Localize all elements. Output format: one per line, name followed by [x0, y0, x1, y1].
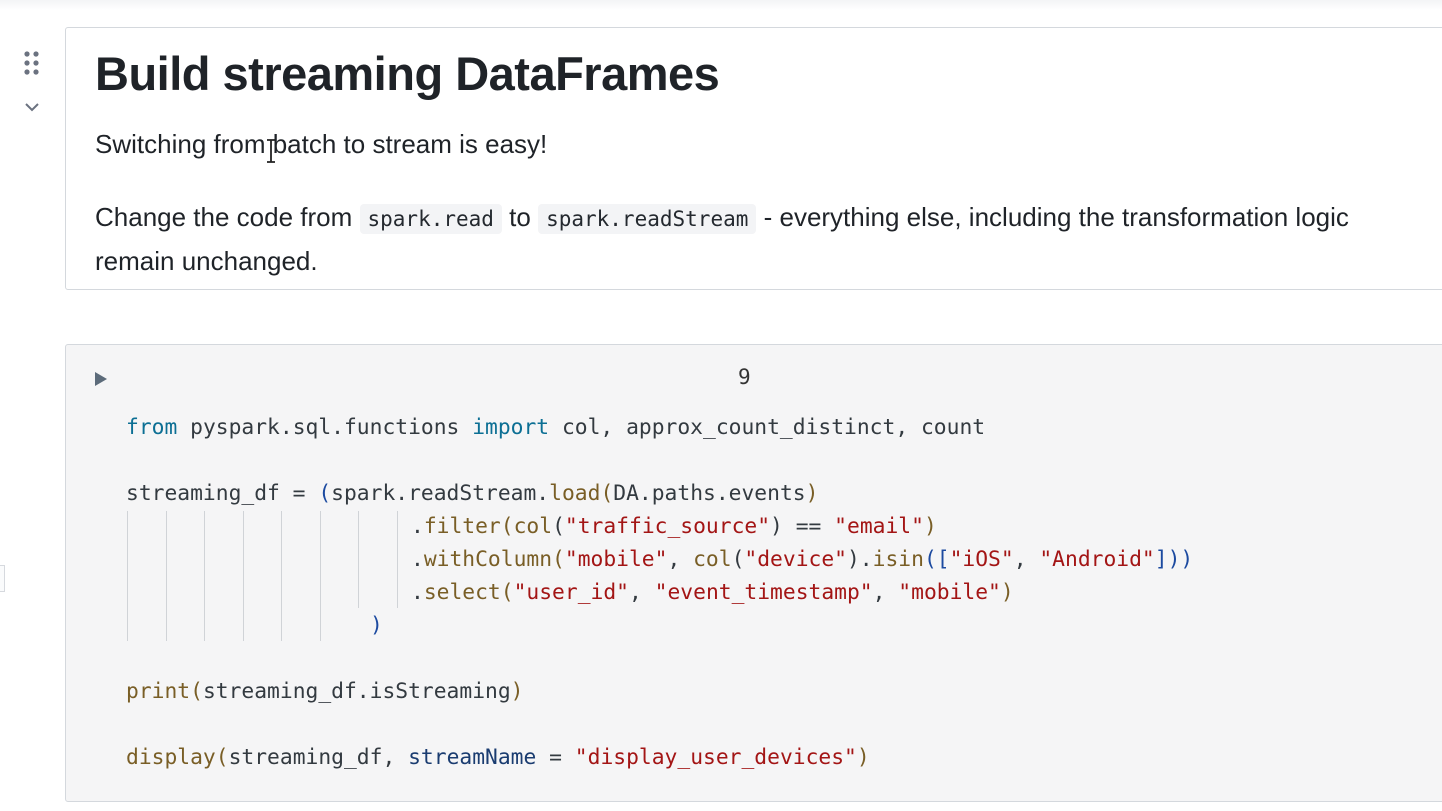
top-edge — [0, 0, 1442, 10]
code-token: , — [667, 547, 694, 572]
code-token: ( — [552, 547, 565, 572]
code-token: ( — [500, 514, 514, 539]
code-line[interactable]: ) — [370, 609, 383, 642]
code-token: ( — [500, 580, 514, 605]
code-line[interactable]: streaming_df = (spark.readStream.load(DA… — [126, 477, 818, 510]
indent-guide — [204, 511, 205, 641]
code-line[interactable]: .withColumn("mobile", col("device").isin… — [411, 543, 1193, 576]
code-token: load — [549, 481, 601, 506]
code-token: DA.paths.events — [613, 481, 806, 506]
code-token: . — [411, 514, 424, 539]
code-line[interactable]: display(streaming_df, streamName = "disp… — [126, 741, 870, 774]
indent-guide — [281, 511, 282, 641]
code-token: ) — [770, 514, 783, 539]
code-token: "device" — [744, 547, 847, 572]
code-token: , — [629, 580, 655, 605]
code-token: ([ — [923, 547, 950, 572]
code-token: streamName — [408, 745, 537, 770]
code-token: col, approx_count_distinct, count — [549, 415, 986, 440]
code-line[interactable]: .filter(col("traffic_source") == "email"… — [411, 510, 937, 543]
code-token: == — [782, 514, 835, 539]
cell-heading: Build streaming DataFrames — [95, 47, 720, 100]
code-token: ) — [1000, 580, 1014, 605]
code-token: "display_user_devices" — [574, 745, 857, 770]
para-text: Change the code from — [95, 202, 360, 232]
code-token: "mobile" — [564, 547, 668, 572]
para-text: to — [501, 202, 539, 232]
code-token: ). — [846, 547, 873, 572]
code-token: ( — [215, 745, 229, 770]
cell-number: 9 — [738, 365, 751, 389]
code-token: "iOS" — [949, 547, 1014, 572]
code-token: ( — [731, 547, 745, 572]
indent-guide — [320, 511, 321, 641]
indent-guide — [243, 511, 244, 641]
code-token: display — [126, 745, 216, 770]
code-token: "Android" — [1039, 547, 1155, 572]
indent-guide — [166, 511, 167, 641]
description-paragraph: Change the code from spark.read to spark… — [95, 196, 1435, 282]
inline-code: spark.read — [359, 204, 502, 234]
code-line[interactable]: from pyspark.sql.functions import col, a… — [126, 411, 985, 444]
code-token: ])) — [1154, 547, 1194, 572]
code-token: , — [872, 580, 899, 605]
code-token: from — [126, 415, 178, 440]
code-token: filter — [423, 514, 501, 539]
code-line[interactable]: print(streaming_df.isStreaming) — [126, 675, 524, 708]
code-token: = — [536, 745, 575, 770]
code-token: ( — [552, 514, 565, 539]
code-token: pyspark.sql.functions — [177, 415, 473, 440]
code-token: "traffic_source" — [564, 514, 771, 539]
code-token: ( — [318, 481, 332, 506]
drag-dots-icon[interactable] — [22, 50, 42, 76]
code-token: print — [126, 679, 191, 704]
inline-code: spark.readStream — [538, 204, 757, 234]
code-token: ) — [923, 514, 937, 539]
code-token: ( — [600, 481, 614, 506]
code-token: , — [1013, 547, 1040, 572]
code-token: streaming_df, — [228, 745, 409, 770]
code-token: isin — [872, 547, 924, 572]
code-token: import — [472, 415, 550, 440]
code-token: streaming_df.isStreaming — [202, 679, 511, 704]
intro-paragraph: Switching from batch to stream is easy! — [95, 129, 548, 159]
side-scroll-marker — [0, 565, 5, 592]
play-icon[interactable] — [93, 370, 109, 388]
code-token: withColumn — [423, 547, 553, 572]
code-token: col — [693, 547, 732, 572]
indent-guide — [358, 511, 359, 608]
code-token: "mobile" — [898, 580, 1001, 605]
code-token: ) — [510, 679, 524, 704]
code-token: "email" — [834, 514, 924, 539]
code-token: ( — [190, 679, 203, 704]
indent-guide — [127, 511, 128, 641]
chevron-down-icon[interactable] — [23, 100, 41, 114]
code-token: col — [513, 514, 553, 539]
indent-guide — [397, 511, 398, 608]
code-token: ) — [805, 481, 819, 506]
code-token: "user_id" — [513, 580, 629, 605]
code-token: . — [411, 547, 424, 572]
code-cell[interactable]: 9 from pyspark.sql.functions import col,… — [65, 344, 1442, 802]
code-token: streaming_df = — [126, 481, 319, 506]
code-token: ) — [370, 613, 383, 638]
code-token: select — [423, 580, 501, 605]
code-line[interactable]: .select("user_id", "event_timestamp", "m… — [411, 576, 1014, 609]
code-token: ) — [856, 745, 870, 770]
text-cursor-icon — [264, 139, 278, 163]
code-token: . — [411, 580, 424, 605]
code-token: "event_timestamp" — [654, 580, 873, 605]
code-token: spark.readStream. — [331, 481, 550, 506]
